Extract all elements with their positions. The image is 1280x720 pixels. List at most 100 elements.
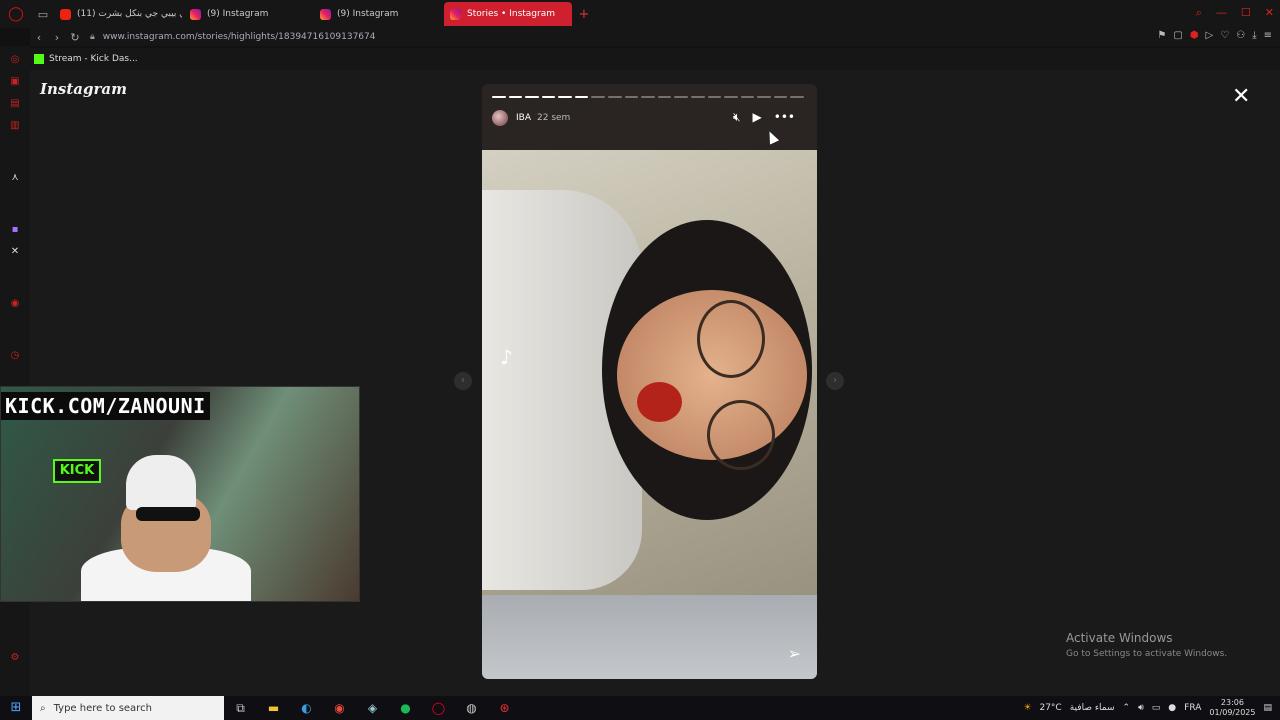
instagram-logo[interactable]: Instagram bbox=[40, 80, 127, 98]
minimize-button[interactable]: — bbox=[1216, 6, 1227, 20]
progress-segment bbox=[740, 96, 755, 98]
tray-chevron-icon[interactable]: ⌃ bbox=[1123, 703, 1131, 713]
progress-segment bbox=[525, 96, 539, 98]
story-header: IBA 22 sem 🔇︎ ▶ ••• bbox=[492, 108, 807, 128]
shopping-icon[interactable]: ▣ bbox=[9, 76, 21, 88]
close-window-button[interactable]: ✕ bbox=[1265, 6, 1274, 20]
url-field[interactable]: www.instagram.com/stories/highlights/183… bbox=[103, 32, 376, 42]
progress-segment bbox=[492, 96, 506, 98]
window-controls: ⌕ — ☐ ✕ bbox=[1196, 6, 1274, 20]
progress-segment bbox=[574, 96, 589, 98]
kick-banner: KICK.COM/ZANOUNI bbox=[1, 392, 210, 420]
tab-overview-icon[interactable]: ▭ bbox=[32, 0, 54, 28]
maximize-button[interactable]: ☐ bbox=[1241, 6, 1251, 20]
opera-gx-icon[interactable]: ◯ bbox=[422, 701, 455, 715]
progress-segment bbox=[707, 96, 722, 98]
progress-segment bbox=[657, 96, 672, 98]
clock-time: 23:06 bbox=[1220, 698, 1244, 707]
chrome-icon[interactable]: ◉ bbox=[323, 701, 356, 715]
weather-text[interactable]: سماء صافية bbox=[1070, 703, 1115, 713]
tab-title: (9) Instagram bbox=[337, 9, 399, 19]
mic-icon[interactable]: ● bbox=[1168, 703, 1176, 713]
progress-segment bbox=[641, 96, 655, 98]
progress-segment bbox=[724, 96, 738, 98]
watermark-title: Activate Windows bbox=[1066, 631, 1173, 645]
history-icon[interactable]: ◷ bbox=[9, 350, 21, 362]
progress-segment bbox=[790, 96, 804, 98]
clock[interactable]: 23:06 01/09/2025 bbox=[1209, 698, 1255, 718]
notification-icon[interactable]: ▤ bbox=[1263, 703, 1272, 713]
news-icon[interactable]: ▥ bbox=[9, 120, 21, 132]
download-icon[interactable]: ⤓ bbox=[1252, 30, 1256, 41]
messenger-icon[interactable]: ▤ bbox=[9, 98, 21, 110]
taskbar-search[interactable]: ⌕ Type here to search bbox=[32, 696, 224, 720]
network-icon[interactable]: ▭ bbox=[1152, 703, 1161, 713]
opera-icon[interactable]: ⊛ bbox=[488, 701, 521, 715]
player-sidebar-icon[interactable]: ◉ bbox=[9, 298, 21, 310]
file-explorer-icon[interactable]: ▬ bbox=[257, 701, 290, 715]
avatar[interactable] bbox=[492, 110, 508, 126]
volume-icon[interactable]: 🔊︎ bbox=[1138, 703, 1144, 713]
weather-icon[interactable]: ☀ bbox=[1023, 703, 1031, 713]
clock-date: 01/09/2025 bbox=[1209, 708, 1256, 717]
story-username[interactable]: IBA bbox=[516, 113, 531, 123]
player-icon[interactable]: ▷ bbox=[1206, 30, 1214, 41]
mute-icon[interactable]: 🔇︎ bbox=[733, 110, 741, 125]
story-viewer[interactable]: IBA 22 sem 🔇︎ ▶ ••• ♪ ➢ bbox=[482, 84, 817, 679]
close-story-button[interactable]: ✕ bbox=[1232, 84, 1250, 109]
bookmark-icon[interactable]: ⚑ bbox=[1157, 30, 1166, 41]
search-tabs-icon[interactable]: ⌕ bbox=[1196, 6, 1202, 20]
snapshot-icon[interactable]: ▢ bbox=[1173, 30, 1182, 41]
progress-segment bbox=[773, 96, 788, 98]
activate-windows-watermark: Activate Windows Go to Settings to activ… bbox=[1066, 631, 1227, 659]
language-indicator[interactable]: FRA bbox=[1184, 703, 1201, 713]
start-button[interactable]: ⊞ bbox=[0, 696, 32, 720]
youtube-icon bbox=[60, 8, 71, 20]
scrollbar[interactable] bbox=[1270, 70, 1280, 696]
tab-instagram-2[interactable]: (9) Instagram bbox=[314, 2, 442, 26]
send-icon[interactable]: ➢ bbox=[788, 644, 801, 663]
tab-title: Stories • Instagram bbox=[467, 9, 555, 19]
opera-logo-icon[interactable]: ◯ bbox=[0, 0, 32, 28]
heart-icon[interactable]: ♡ bbox=[1220, 30, 1229, 41]
new-tab-button[interactable]: + bbox=[574, 7, 594, 22]
lock-icon[interactable]: 🔒︎ bbox=[90, 32, 95, 42]
address-bar: ‹ › ↻ 🔒︎ www.instagram.com/stories/highl… bbox=[30, 28, 1280, 46]
previous-story-button[interactable]: ‹ bbox=[454, 372, 472, 390]
tab-instagram-1[interactable]: (9) Instagram bbox=[184, 2, 312, 26]
browser-toolbar: ⚑ ▢ ⬢ ▷ ♡ ⚇ ⤓ ≡ bbox=[1157, 30, 1272, 41]
task-view-icon[interactable]: ⧉ bbox=[224, 701, 257, 716]
settings-icon[interactable]: ⚙ bbox=[9, 652, 21, 664]
progress-segment bbox=[608, 96, 622, 98]
forward-button[interactable]: › bbox=[48, 31, 66, 44]
app-icon[interactable]: ◍ bbox=[455, 701, 488, 715]
steam-icon[interactable]: ◈ bbox=[356, 701, 389, 715]
webcam-overlay: KICK.COM/ZANOUNI KICK bbox=[0, 386, 360, 602]
progress-segment bbox=[674, 96, 688, 98]
play-icon[interactable]: ▶ bbox=[753, 110, 762, 125]
aria-icon[interactable]: ◎ bbox=[9, 54, 21, 66]
more-options-icon[interactable]: ••• bbox=[774, 110, 795, 125]
bookmarks-bar: Stream - Kick Das... bbox=[30, 48, 1280, 70]
reload-button[interactable]: ↻ bbox=[66, 31, 84, 44]
bookmark-kick[interactable]: Stream - Kick Das... bbox=[49, 54, 138, 64]
story-controls: 🔇︎ ▶ ••• bbox=[733, 110, 795, 125]
search-icon: ⌕ bbox=[40, 702, 46, 714]
progress-segment bbox=[757, 96, 771, 98]
spotify-icon[interactable]: ● bbox=[389, 701, 422, 715]
instagram-icon bbox=[190, 8, 201, 20]
back-button[interactable]: ‹ bbox=[30, 31, 48, 44]
tab-youtube[interactable]: (11) كلاي بيبي جي بنكل بشرت.. bbox=[54, 2, 182, 26]
app-icon[interactable]: ⋏ bbox=[9, 172, 21, 184]
kick-sign: KICK bbox=[53, 459, 101, 483]
next-story-button[interactable]: › bbox=[826, 372, 844, 390]
x-icon[interactable]: ✕ bbox=[9, 246, 21, 258]
menu-icon[interactable]: ≡ bbox=[1264, 30, 1272, 41]
adblock-icon[interactable]: ⬢ bbox=[1190, 30, 1199, 41]
profile-icon[interactable]: ⚇ bbox=[1236, 30, 1245, 41]
story-time: 22 sem bbox=[537, 113, 571, 123]
tab-stories-instagram[interactable]: Stories • Instagram bbox=[444, 2, 572, 26]
edge-icon[interactable]: ◐ bbox=[290, 701, 323, 715]
weather-temp[interactable]: 27°C bbox=[1039, 703, 1061, 713]
twitch-icon[interactable]: ▪ bbox=[9, 224, 21, 236]
